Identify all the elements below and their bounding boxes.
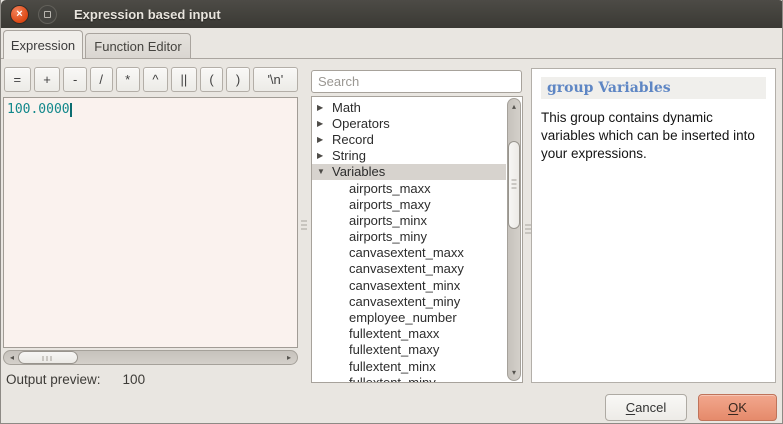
operator-button[interactable]: * bbox=[116, 67, 140, 92]
ok-button[interactable]: OK bbox=[698, 394, 777, 421]
splitter-grip-icon bbox=[525, 225, 531, 236]
tree-vertical-scrollbar[interactable]: ▴ ▾ bbox=[507, 98, 521, 381]
operator-button[interactable]: - bbox=[63, 67, 86, 92]
tab-expression[interactable]: Expression bbox=[3, 30, 83, 59]
splitter-left-middle[interactable] bbox=[300, 214, 307, 238]
scroll-grip bbox=[512, 180, 517, 191]
tree-variable-row[interactable]: canvasextent_minx bbox=[312, 277, 506, 293]
tree-group-row[interactable]: ▼Variables bbox=[312, 164, 506, 180]
triangle-icon[interactable]: ▶ bbox=[317, 119, 332, 128]
tree-variable-row[interactable]: canvasextent_maxx bbox=[312, 245, 506, 261]
horizontal-scroll-thumb[interactable] bbox=[18, 351, 78, 364]
tree-item-label: fullextent_miny bbox=[349, 375, 436, 383]
operator-button[interactable]: || bbox=[171, 67, 197, 92]
tree-item-label: airports_miny bbox=[349, 229, 427, 244]
search-input[interactable] bbox=[311, 70, 522, 93]
tree-variable-row[interactable]: employee_number bbox=[312, 309, 506, 325]
operator-button[interactable]: = bbox=[4, 67, 31, 92]
help-title: group Variables bbox=[541, 77, 766, 99]
triangle-icon[interactable]: ▶ bbox=[317, 135, 332, 144]
operator-button[interactable]: ^ bbox=[143, 67, 168, 92]
restore-square bbox=[44, 11, 51, 18]
tree-item-label: Record bbox=[332, 132, 374, 147]
tree-variable-row[interactable]: airports_maxy bbox=[312, 196, 506, 212]
tab-function-editor[interactable]: Function Editor bbox=[85, 33, 191, 59]
expression-editor[interactable]: 100.0000 bbox=[3, 97, 298, 348]
tree-rows: ▶Math▶Operators▶Record▶String▼Variablesa… bbox=[312, 99, 506, 383]
expression-horizontal-scrollbar[interactable]: ◂ ▸ bbox=[3, 350, 298, 365]
tree-group-row[interactable]: ▶Operators bbox=[312, 115, 506, 131]
tree-item-label: canvasextent_maxy bbox=[349, 261, 464, 276]
tree-item-label: Math bbox=[332, 100, 361, 115]
tree-variable-row[interactable]: fullextent_maxy bbox=[312, 342, 506, 358]
tab-strip: Expression Function Editor bbox=[1, 29, 783, 59]
expression-value: 100.0000 bbox=[7, 102, 70, 117]
tree-variable-row[interactable]: canvasextent_maxy bbox=[312, 261, 506, 277]
restore-icon[interactable] bbox=[38, 5, 57, 24]
help-body: This group contains dynamic variables wh… bbox=[541, 109, 766, 162]
scroll-right-icon[interactable]: ▸ bbox=[283, 352, 295, 363]
tree-item-label: airports_maxy bbox=[349, 197, 431, 212]
titlebar[interactable]: × Expression based input bbox=[1, 0, 783, 28]
tree-group-row[interactable]: ▶Record bbox=[312, 131, 506, 147]
tree-item-label: canvasextent_miny bbox=[349, 294, 460, 309]
tree-item-label: fullextent_maxx bbox=[349, 326, 439, 341]
operator-button-row: =+-/*^||()'\n' bbox=[4, 67, 298, 92]
tree-item-label: employee_number bbox=[349, 310, 457, 325]
tree-variable-row[interactable]: fullextent_miny bbox=[312, 374, 506, 383]
vertical-scroll-thumb[interactable] bbox=[508, 141, 520, 229]
tree-item-label: fullextent_minx bbox=[349, 359, 436, 374]
tree-item-label: airports_minx bbox=[349, 213, 427, 228]
text-caret bbox=[70, 103, 72, 117]
splitter-middle-right[interactable] bbox=[524, 218, 531, 242]
operator-button[interactable]: + bbox=[34, 67, 61, 92]
function-tree[interactable]: ▶Math▶Operators▶Record▶String▼Variablesa… bbox=[311, 96, 523, 383]
triangle-icon[interactable]: ▶ bbox=[317, 103, 332, 112]
tree-variable-row[interactable]: fullextent_maxx bbox=[312, 326, 506, 342]
tree-group-row[interactable]: ▶String bbox=[312, 148, 506, 164]
scroll-grip bbox=[43, 356, 54, 361]
close-icon[interactable]: × bbox=[10, 5, 29, 24]
tree-variable-row[interactable]: airports_maxx bbox=[312, 180, 506, 196]
operator-button[interactable]: / bbox=[90, 67, 113, 92]
tree-variable-row[interactable]: fullextent_minx bbox=[312, 358, 506, 374]
tree-group-row[interactable]: ▶Math bbox=[312, 99, 506, 115]
tree-item-label: canvasextent_maxx bbox=[349, 245, 464, 260]
output-preview-label: Output preview: bbox=[6, 372, 101, 387]
tree-variable-row[interactable]: airports_minx bbox=[312, 212, 506, 228]
splitter-grip-icon bbox=[301, 221, 307, 232]
tree-variable-row[interactable]: canvasextent_miny bbox=[312, 293, 506, 309]
tree-item-label: Operators bbox=[332, 116, 390, 131]
help-panel: group Variables This group contains dyna… bbox=[531, 68, 776, 383]
tree-item-label: airports_maxx bbox=[349, 181, 431, 196]
expression-dialog: × Expression based input Expression Func… bbox=[0, 0, 783, 424]
operator-button[interactable]: ( bbox=[200, 67, 223, 92]
output-preview-value: 100 bbox=[123, 372, 146, 387]
output-preview-row: Output preview: 100 bbox=[6, 372, 145, 387]
operator-button[interactable]: '\n' bbox=[253, 67, 298, 92]
scroll-down-icon[interactable]: ▾ bbox=[509, 367, 519, 378]
tree-item-label: canvasextent_minx bbox=[349, 278, 460, 293]
tree-item-label: String bbox=[332, 148, 366, 163]
scroll-left-icon[interactable]: ◂ bbox=[6, 352, 18, 363]
triangle-icon[interactable]: ▼ bbox=[317, 167, 332, 176]
window-title: Expression based input bbox=[74, 7, 221, 22]
tree-item-label: fullextent_maxy bbox=[349, 342, 439, 357]
triangle-icon[interactable]: ▶ bbox=[317, 151, 332, 160]
tree-variable-row[interactable]: airports_miny bbox=[312, 229, 506, 245]
scroll-up-icon[interactable]: ▴ bbox=[509, 101, 519, 112]
cancel-button[interactable]: Cancel bbox=[605, 394, 687, 421]
tree-item-label: Variables bbox=[332, 164, 385, 179]
operator-button[interactable]: ) bbox=[226, 67, 249, 92]
